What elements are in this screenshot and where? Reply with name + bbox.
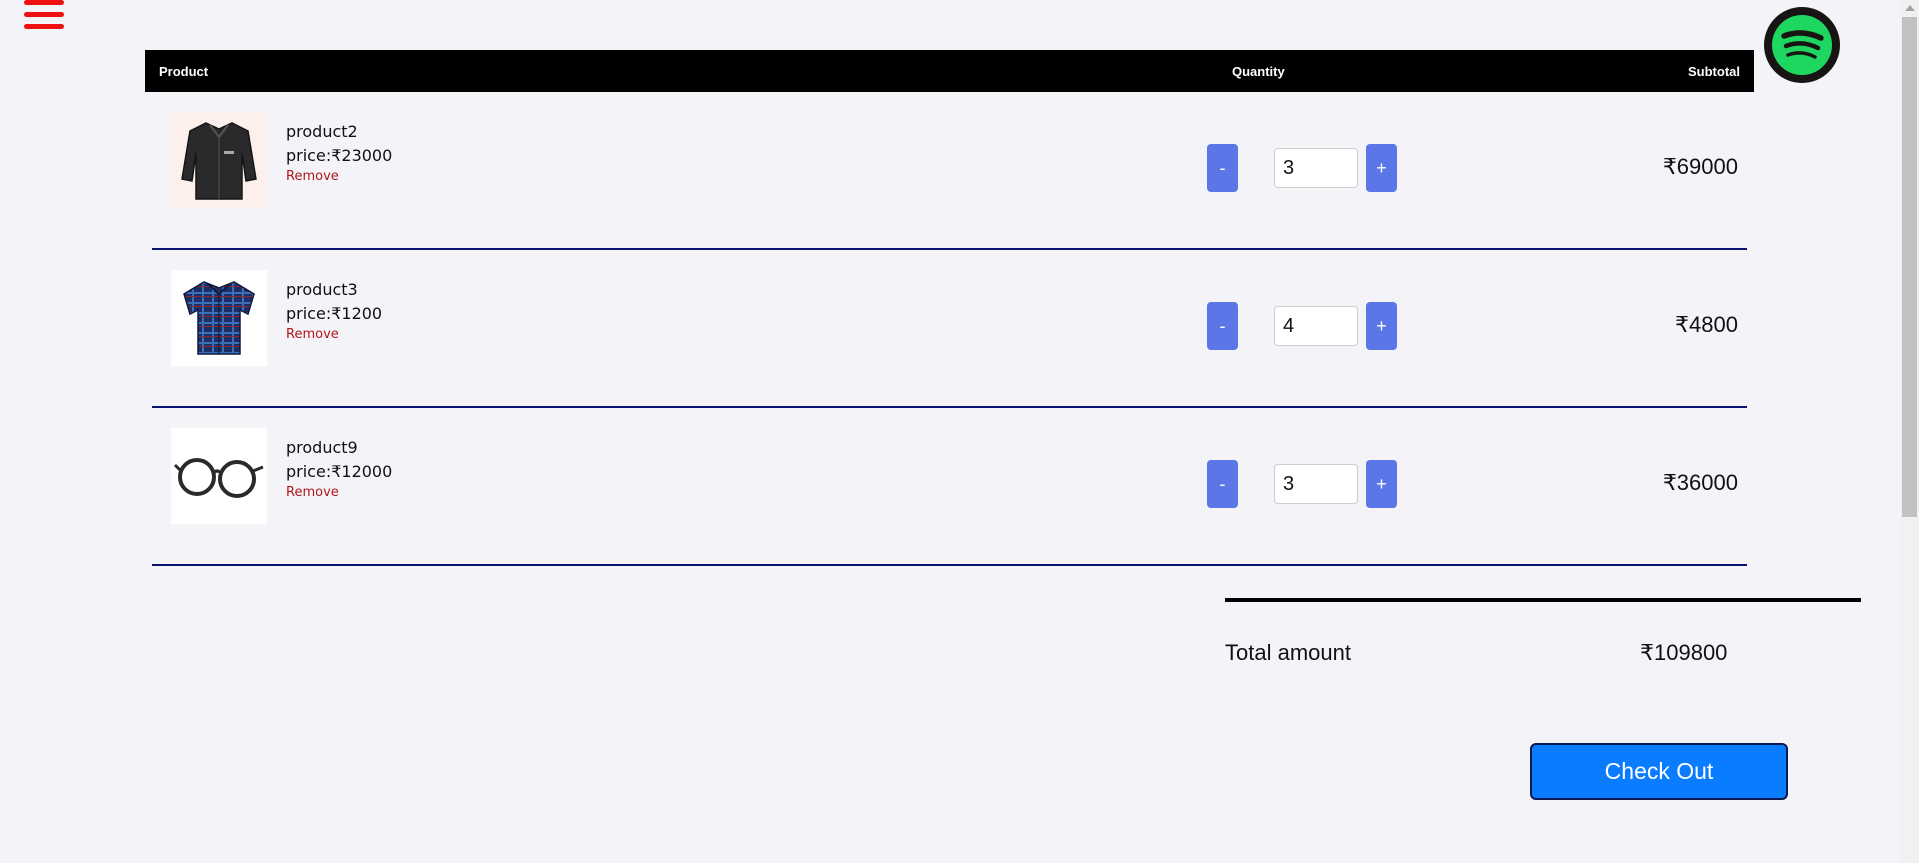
cart-row: product9 price:₹12000 Remove - + ₹36000	[152, 408, 1747, 566]
plaid-shirt-image	[171, 270, 267, 366]
total-amount-value: ₹109800	[1640, 640, 1728, 665]
cart-table: Product Quantity Subtotal product2 price…	[145, 50, 1754, 566]
row-subtotal: ₹36000	[1662, 470, 1738, 495]
product-name: product3	[286, 280, 358, 299]
totals-divider	[1225, 598, 1861, 602]
decrease-quantity-button[interactable]: -	[1207, 460, 1238, 508]
header-quantity: Quantity	[1232, 64, 1285, 79]
product-info: product9 price:₹12000 Remove	[286, 436, 392, 502]
quantity-input[interactable]	[1274, 464, 1358, 504]
scrollbar-thumb[interactable]	[1902, 17, 1917, 517]
increase-quantity-button[interactable]: +	[1366, 460, 1397, 508]
quantity-input[interactable]	[1274, 306, 1358, 346]
header-product: Product	[159, 64, 209, 79]
decrease-quantity-button[interactable]: -	[1207, 144, 1238, 192]
quantity-input[interactable]	[1274, 148, 1358, 188]
page-scrollbar[interactable]	[1900, 0, 1919, 863]
product-info: product2 price:₹23000 Remove	[286, 120, 392, 186]
product-info: product3 price:₹1200 Remove	[286, 278, 382, 344]
scroll-up-arrow-icon[interactable]	[1905, 5, 1915, 11]
spotify-logo-icon[interactable]	[1764, 7, 1840, 83]
hamburger-menu-icon[interactable]	[24, 0, 64, 36]
remove-link[interactable]: Remove	[286, 168, 392, 186]
increase-quantity-button[interactable]: +	[1366, 144, 1397, 192]
increase-quantity-button[interactable]: +	[1366, 302, 1397, 350]
header-subtotal: Subtotal	[1688, 64, 1740, 79]
remove-link[interactable]: Remove	[286, 326, 382, 344]
product-name: product9	[286, 438, 358, 457]
jacket-image	[171, 112, 267, 208]
decrease-quantity-button[interactable]: -	[1207, 302, 1238, 350]
product-name: product2	[286, 122, 358, 141]
row-subtotal: ₹4800	[1675, 312, 1738, 337]
eyeglasses-image	[171, 428, 267, 524]
total-amount-label: Total amount	[1225, 640, 1351, 665]
cart-table-header: Product Quantity Subtotal	[145, 50, 1754, 92]
product-price: price:₹12000	[286, 462, 393, 481]
remove-link[interactable]: Remove	[286, 484, 392, 502]
checkout-button[interactable]: Check Out	[1530, 743, 1788, 800]
row-subtotal: ₹69000	[1662, 154, 1738, 179]
product-price: price:₹1200	[286, 304, 383, 323]
product-price: price:₹23000	[286, 146, 393, 165]
cart-row: product2 price:₹23000 Remove - + ₹69000	[152, 92, 1747, 250]
cart-row: product3 price:₹1200 Remove - + ₹4800	[152, 250, 1747, 408]
